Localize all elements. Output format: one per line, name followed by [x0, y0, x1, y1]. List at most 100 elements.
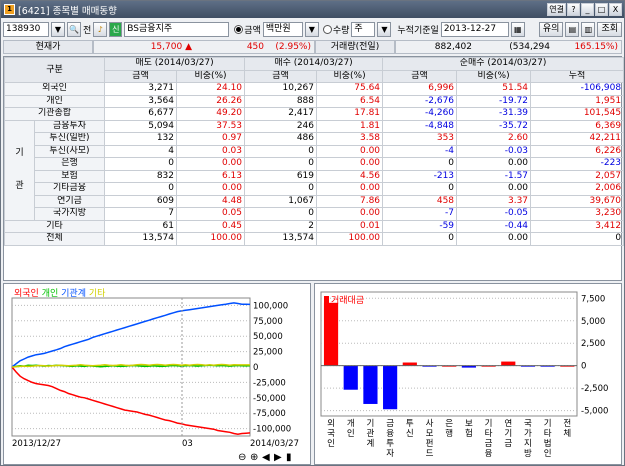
bar	[363, 365, 378, 404]
table-cell: 3,412	[530, 219, 625, 233]
table-cell: -0.05	[456, 207, 532, 221]
table-cell: 0.00	[175, 157, 246, 171]
price-change: 450	[195, 40, 267, 54]
scroll-right-icon[interactable]: ▶	[274, 452, 282, 463]
table-cell: 2.60	[456, 132, 532, 146]
y-tick-label: 7,500	[581, 294, 605, 304]
trading-table: 구분 매도 (2014/03/27) 매수 (2014/03/27) 순매수 (…	[3, 56, 625, 281]
x-tick-label: 03	[182, 439, 193, 449]
table-cell: -213	[382, 169, 458, 183]
bell-icon[interactable]: ♪	[93, 22, 108, 37]
table-cell: 5,094	[104, 119, 177, 133]
table-row[interactable]: 기관종합 6,677 49.20 2,417 17.81 -4,260 -31.39 101,…	[4, 107, 625, 121]
maximize-button[interactable]: □	[595, 3, 608, 16]
volume-value: 882,402	[395, 40, 475, 54]
table-cell: 4.48	[175, 194, 246, 208]
table-cell: 24.10	[175, 82, 246, 96]
y-tick-label: -75,000	[253, 409, 286, 419]
yuui-button[interactable]: 유의	[538, 22, 564, 37]
table-cell: 0	[530, 232, 625, 246]
table-row[interactable]: 국가지방 7 0.05 0 0.00 -7 -0.05 3,230	[5, 207, 625, 221]
minimize-button[interactable]: _	[581, 3, 594, 16]
table-row[interactable]: 연기금 609 4.48 1,067 7.86 458 3.37 39,670	[5, 194, 625, 208]
table-cell: -19.72	[456, 94, 532, 108]
institution-group-label: 기관	[4, 119, 35, 221]
table-cell: 0.00	[456, 157, 532, 171]
table-row[interactable]: 기타금융 0 0.00 0 0.00 0 0.00 2,006	[5, 182, 625, 196]
prev-volume: (534,294	[475, 40, 553, 54]
table-cell: -4,260	[382, 107, 458, 121]
unit-select[interactable]: 백만원	[262, 22, 303, 37]
header-sell: 매도 (2014/03/27)	[103, 57, 246, 71]
price-value: 15,700	[150, 42, 183, 52]
radio-qty[interactable]: 수량	[322, 23, 349, 36]
trade-amount-bar-chart[interactable]: 7,500 5,000 2,500 0 -2,500 -5,000 외 국 인 개 인 기 관 계 금 융 투 자…	[314, 283, 622, 465]
table-row[interactable]: 보험 832 6.13 619 4.56 -213 -1.57 2,057	[5, 169, 625, 183]
header-buy-amount: 금액	[244, 69, 318, 83]
y-tick-label: -25,000	[253, 378, 286, 388]
table-cell: 246	[244, 119, 318, 133]
table-row[interactable]: 투신(일반) 132 0.97 486 3.58 353 2.60 42,211	[5, 132, 625, 146]
close-button[interactable]: X	[609, 3, 622, 16]
period-dropdown-icon[interactable]: ▼	[377, 22, 392, 37]
link-button[interactable]: 연결	[547, 3, 566, 16]
table-cell: -31.39	[456, 107, 532, 121]
title-bar[interactable]: 1 [6421] 종목별 매매동향 연결 ? _ □ X	[1, 1, 624, 18]
table-cell: 0.45	[175, 219, 246, 233]
table-row[interactable]: 기 관 금융투자 5,094 37.53 246 1.81 -4,848 -35.72 6,369	[4, 119, 625, 221]
ref-date-input[interactable]: 2013-12-27	[440, 22, 509, 37]
x-category-label: 금융투자	[386, 419, 394, 459]
table-row[interactable]: 투신(사모) 4 0.03 0 0.00 -4 -0.03 6,226	[5, 144, 625, 158]
x-category-label: 기타금융	[485, 419, 493, 459]
row-label: 기타금융	[34, 182, 105, 196]
chart-view-icon[interactable]: ▥	[581, 22, 596, 37]
radio-amount[interactable]: 금액	[234, 23, 261, 36]
table-row[interactable]: 외국인 3,271 24.10 10,267 75.64 6,996 51.54 -106,9…	[4, 82, 625, 96]
table-row[interactable]: 기타 61 0.45 2 0.01 -59 -0.44 3,412	[4, 219, 625, 233]
table-cell: 619	[244, 169, 318, 183]
cumulative-line-chart[interactable]: 100,000 75,000 50,000 25,000 0 -25,000 -50,000…	[3, 283, 311, 465]
table-cell: -223	[530, 157, 625, 171]
table-cell: 609	[104, 194, 177, 208]
table-cell: 0.00	[456, 232, 532, 246]
period-select[interactable]: 주	[351, 22, 376, 37]
query-button[interactable]: 조회	[597, 22, 622, 37]
grid-view-icon[interactable]: ▤	[565, 22, 580, 37]
x-category-label: 개인	[347, 418, 355, 439]
calendar-icon[interactable]: ▦	[510, 22, 525, 37]
zoom-in-icon[interactable]: ⊕	[250, 452, 258, 463]
header-sell-ratio: 비중(%)	[175, 69, 246, 83]
scroll-left-icon[interactable]: ◀	[262, 452, 270, 463]
search-icon[interactable]: 🔍	[67, 22, 81, 37]
line-chart-svg[interactable]: 100,000 75,000 50,000 25,000 0 -25,000 -50,000…	[4, 284, 310, 464]
plot-area[interactable]	[11, 297, 251, 437]
x-category-label: 사모펀드	[426, 419, 434, 459]
unit-dropdown-icon[interactable]: ▼	[304, 22, 319, 37]
table-cell: 75.64	[316, 82, 384, 96]
table-cell: 2,057	[530, 169, 625, 183]
sin-badge[interactable]: 신	[109, 22, 123, 37]
table-cell: 0.05	[175, 207, 246, 221]
help-button[interactable]: ?	[567, 3, 580, 16]
radio-amount-dot[interactable]	[234, 25, 244, 34]
plot-area[interactable]	[320, 291, 578, 417]
table-row[interactable]: 개인 3,564 26.26 888 6.54 -2,676 -19.72 1,951	[4, 94, 625, 108]
y-tick-label: 2,500	[581, 339, 605, 349]
table-row[interactable]: 은행 0 0.00 0 0.00 0 0.00 -223	[5, 157, 625, 171]
scroll-end-icon[interactable]: ▮	[286, 452, 292, 463]
table-cell: 42,211	[530, 132, 625, 146]
table-cell: 3,230	[530, 207, 625, 221]
y-tick-label: 0	[581, 362, 586, 372]
table-cell: 100.00	[316, 232, 384, 246]
table-cell: 4.56	[316, 169, 384, 183]
stock-code-input[interactable]: 138930	[3, 22, 49, 37]
table-cell: 0	[244, 157, 318, 171]
radio-qty-dot[interactable]	[322, 25, 332, 34]
bar-chart-svg[interactable]: 7,500 5,000 2,500 0 -2,500 -5,000 외 국 인 개 인 기 관 계 금 융 투 자…	[315, 284, 621, 464]
row-label: 금융투자	[34, 119, 105, 133]
table-cell: 0	[382, 182, 458, 196]
zoom-out-icon[interactable]: ⊖	[238, 452, 246, 463]
table-cell: 2	[244, 219, 318, 233]
table-row[interactable]: 전체 13,574 100.00 13,574 100.00 0 0.00 0	[4, 232, 625, 246]
dropdown-arrow-icon[interactable]: ▼	[51, 22, 65, 37]
